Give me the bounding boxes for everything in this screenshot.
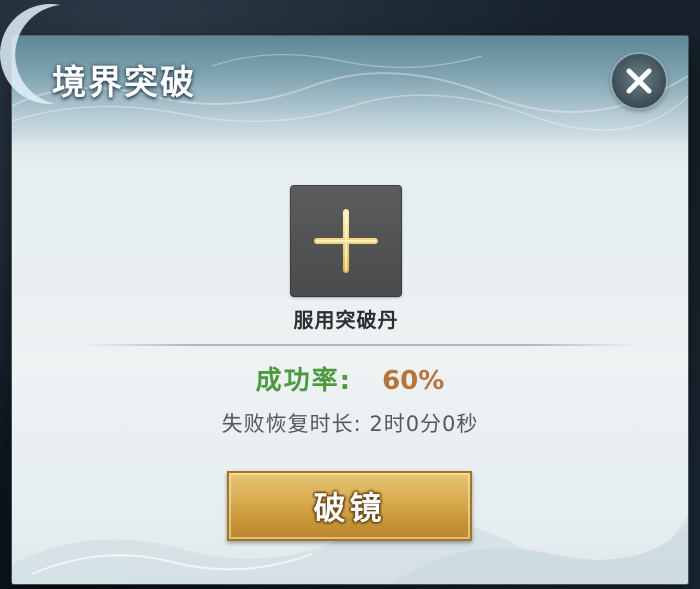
add-pill-slot[interactable] [290,185,402,297]
close-button[interactable] [612,54,666,108]
divider [82,344,638,346]
failure-recovery-text: 失败恢复时长: 2时0分0秒 [221,412,479,436]
break-through-button[interactable]: 破镜 [227,471,472,541]
break-through-label: 破镜 [313,489,386,527]
success-rate-label: 成功率: [255,366,353,396]
success-rate-row: 成功率: 60% [0,360,700,397]
close-icon [626,68,652,94]
slot-label: 服用突破丹 [293,308,399,332]
dialog-title: 境界突破 [52,63,196,103]
success-rate-value: 60% [382,366,445,396]
plus-icon [314,209,378,273]
